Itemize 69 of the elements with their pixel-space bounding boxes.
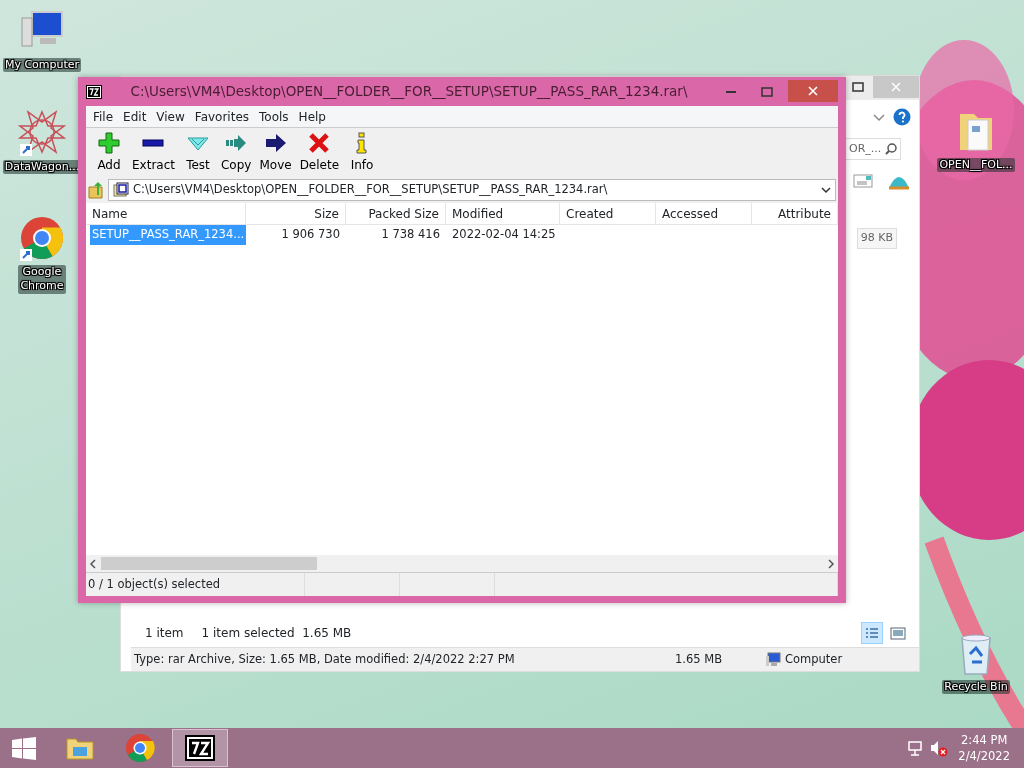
folder-up-icon[interactable] — [88, 180, 104, 199]
close-icon — [891, 82, 901, 92]
extract-button[interactable]: Extract — [128, 130, 179, 176]
desktop-icon-label: OPEN__FOL... — [937, 158, 1015, 173]
move-button[interactable]: Move — [255, 130, 296, 176]
size-label: 98 KB — [856, 228, 897, 249]
maximize-icon — [852, 82, 864, 92]
column-header[interactable]: Created — [560, 203, 656, 224]
chrome-icon — [125, 733, 155, 763]
add-button[interactable]: Add — [90, 130, 128, 176]
clock-date[interactable]: 2/4/2022 — [958, 748, 1010, 765]
archive-app-icon — [86, 84, 102, 99]
window-icon[interactable] — [853, 172, 873, 190]
chevron-down-icon — [821, 185, 831, 194]
clock-time[interactable]: 2:44 PM — [958, 731, 1010, 748]
desktop-icon-label: My Computer — [2, 58, 82, 73]
archive-file-icon — [113, 182, 129, 197]
windows-logo-icon — [12, 736, 36, 760]
search-icon — [885, 143, 897, 155]
file-size-text: 1.65 MB — [675, 650, 724, 668]
file-info-text: Type: rar Archive, Size: 1.65 MB, Date modified: 2/4/2022 2:27 PM — [133, 650, 516, 668]
table-cell-text: 1 906 730 — [280, 226, 341, 244]
location-text: Computer — [785, 650, 843, 668]
copy-button[interactable]: Copy — [217, 130, 256, 176]
menu-item[interactable]: Edit — [118, 107, 152, 126]
volume-muted-icon[interactable] — [930, 739, 949, 757]
menu-item[interactable]: Tools — [254, 107, 294, 126]
selection-info: 1 item selected 1.65 MB — [201, 625, 352, 642]
column-header[interactable]: Modified — [446, 203, 560, 224]
maximize-icon — [761, 86, 773, 97]
column-header[interactable]: Name — [86, 203, 246, 224]
info-button[interactable]: Info — [343, 130, 382, 176]
delete-button[interactable]: Delete — [295, 130, 344, 176]
address-field[interactable]: C:\Users\VM4\Desktop\OPEN__FOLDER__FOR__SETUP\SETUP__PASS_RAR_1234.rar\ — [108, 178, 836, 201]
taskbar-app-button[interactable] — [172, 729, 228, 767]
archive-app-icon — [185, 733, 215, 763]
details-view-button[interactable] — [861, 622, 883, 644]
column-header[interactable]: Accessed — [656, 203, 752, 224]
scroll-right-icon[interactable] — [827, 558, 835, 569]
column-header[interactable]: Size — [246, 203, 346, 224]
test-button[interactable]: Test — [179, 130, 217, 176]
arrow-right-icon — [264, 132, 287, 154]
status-text: 0 / 1 object(s) selected — [88, 575, 221, 593]
table-cell-text: 1 738 416 — [380, 226, 441, 244]
arrow-right-icon — [225, 132, 248, 154]
menu-item[interactable]: File — [88, 107, 119, 126]
column-header[interactable]: Attribute — [752, 203, 838, 224]
scrollbar-thumb[interactable] — [101, 557, 317, 570]
star-pattern-icon[interactable] — [18, 110, 66, 158]
close-button[interactable] — [788, 80, 838, 102]
plus-icon — [98, 132, 120, 154]
menu-item[interactable]: View — [151, 107, 190, 126]
help-icon[interactable] — [893, 108, 911, 126]
window-title: C:\Users\VM4\Desktop\OPEN__FOLDER__FOR__SETUP\SETUP__PASS_RAR_1234.rar\ — [129, 82, 689, 102]
network-icon[interactable] — [908, 740, 923, 756]
table-cell-text: 2022-02-04 14:25 — [451, 226, 557, 244]
item-count: 1 item — [145, 625, 184, 642]
close-icon — [808, 86, 818, 96]
desktop-icon-label: Google Chrome — [18, 265, 66, 294]
scroll-left-icon[interactable] — [89, 558, 97, 569]
menu-item[interactable]: Help — [293, 107, 331, 126]
x-icon — [308, 132, 331, 154]
chrome-icon[interactable] — [18, 215, 66, 263]
column-header[interactable]: Packed Size — [346, 203, 446, 224]
preview-view-icon — [888, 624, 908, 642]
desktop-icon-label: Recycle Bin — [942, 680, 1010, 695]
menu-item[interactable]: Favorites — [189, 107, 255, 126]
computer-icon — [765, 652, 781, 667]
chevron-down-icon[interactable] — [873, 112, 885, 122]
